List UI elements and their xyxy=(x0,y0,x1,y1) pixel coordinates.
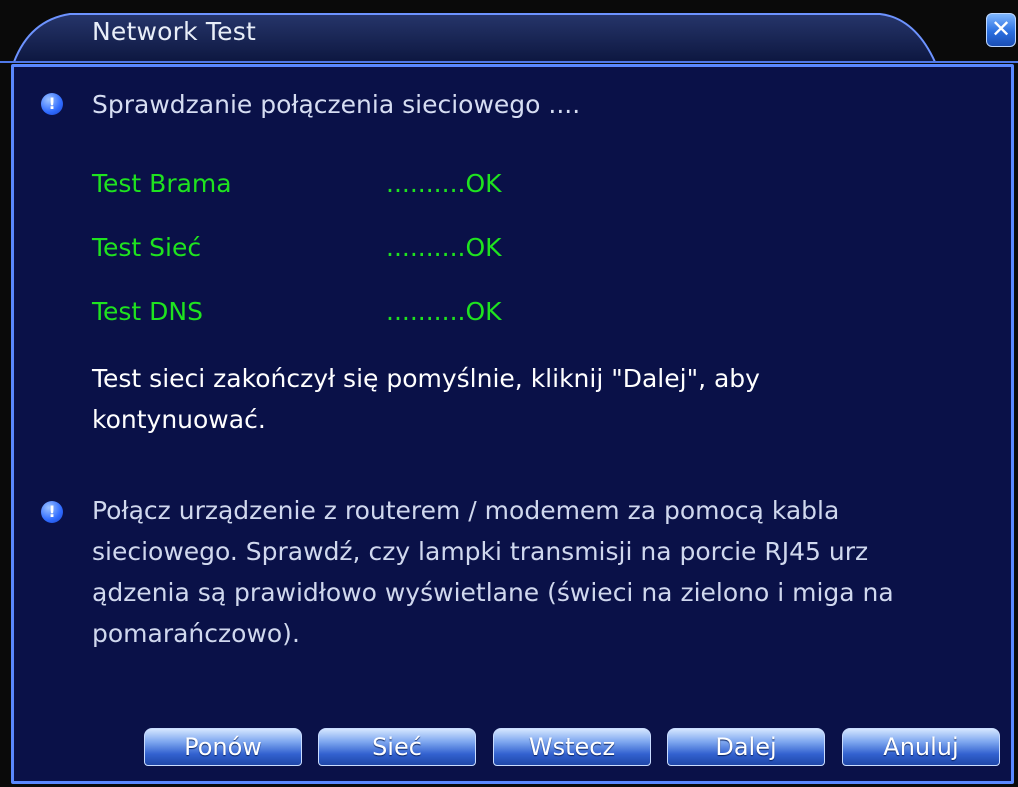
hint-paragraph: Połącz urządzenie z routerem / modemem z… xyxy=(92,490,894,654)
success-message: Test sieci zakończył się pomyślnie, klik… xyxy=(92,358,760,440)
hint-line-1: Połącz urządzenie z routerem / modemem z… xyxy=(92,496,840,525)
test-label-network: Test Sieć xyxy=(92,233,202,262)
title-bar: Network Test ✕ xyxy=(0,0,1018,64)
status-message: Sprawdzanie połączenia sieciowego .... xyxy=(92,90,581,119)
test-result-dns: ..........OK xyxy=(386,297,502,326)
test-result-gateway: ..........OK xyxy=(386,169,502,198)
hint-line-4: pomarańczowo). xyxy=(92,619,300,648)
close-icon: ✕ xyxy=(990,15,1012,43)
info-icon: ! xyxy=(41,93,63,115)
hint-line-3: ądzenia są prawidłowo wyświetlane (świec… xyxy=(92,578,894,607)
retry-button[interactable]: Ponów xyxy=(144,728,302,766)
close-button[interactable]: ✕ xyxy=(986,13,1016,47)
network-button[interactable]: Sieć xyxy=(318,728,476,766)
test-result-network: ..........OK xyxy=(386,233,502,262)
success-line-2: kontynuować. xyxy=(92,405,266,434)
cancel-button[interactable]: Anuluj xyxy=(842,728,1000,766)
back-button[interactable]: Wstecz xyxy=(493,728,651,766)
test-label-dns: Test DNS xyxy=(92,297,203,326)
window-title: Network Test xyxy=(92,17,256,46)
success-line-1: Test sieci zakończył się pomyślnie, klik… xyxy=(92,364,760,393)
hint-line-2: sieciowego. Sprawdź, czy lampki transmis… xyxy=(92,537,869,566)
network-test-dialog: Network Test ✕ ! Sprawdzanie połączenia … xyxy=(0,0,1018,787)
hint-info-icon: ! xyxy=(41,501,63,523)
test-label-gateway: Test Brama xyxy=(92,169,232,198)
next-button[interactable]: Dalej xyxy=(667,728,825,766)
